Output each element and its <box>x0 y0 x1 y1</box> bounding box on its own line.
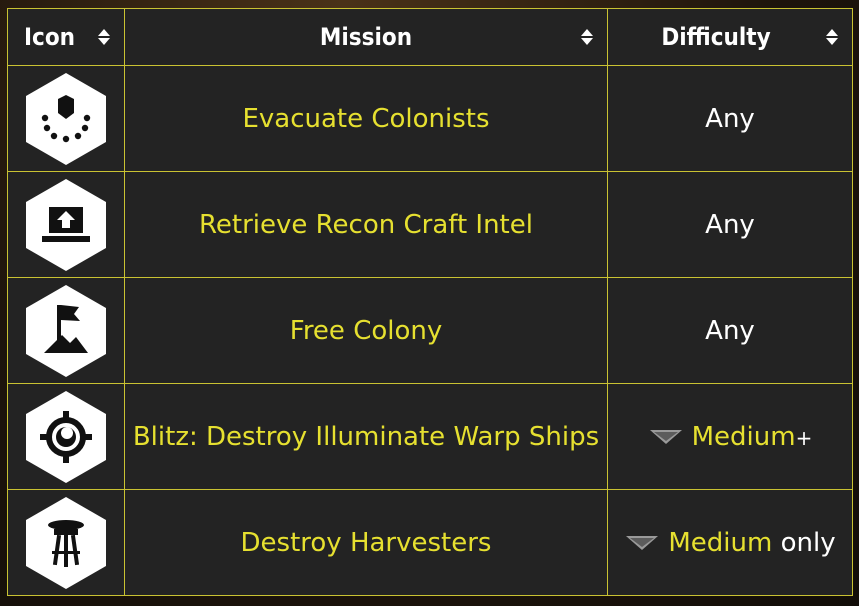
table-row: Evacuate Colonists Any <box>7 65 853 172</box>
column-header-difficulty[interactable]: Difficulty <box>607 8 853 66</box>
table-row: Retrieve Recon Craft Intel Any <box>7 171 853 278</box>
free-colony-flag-icon <box>24 283 108 379</box>
harvester-stool-icon <box>24 495 108 591</box>
page-background: Icon Mission Difficulty Evacuate Colonis… <box>0 0 859 606</box>
column-header-label: Difficulty <box>661 23 771 51</box>
icon-cell <box>7 171 125 278</box>
mission-name: Free Colony <box>124 277 608 384</box>
difficulty-level: Medium <box>668 527 773 558</box>
difficulty-suffix: + <box>795 425 813 450</box>
retrieve-intel-icon <box>24 177 108 273</box>
mission-name: Evacuate Colonists <box>124 65 608 172</box>
mission-name: Destroy Harvesters <box>124 489 608 596</box>
sort-icon[interactable] <box>581 28 593 46</box>
table-row: Destroy Harvesters Medium only <box>7 489 853 596</box>
difficulty-value: Any <box>607 171 853 278</box>
sort-icon[interactable] <box>826 28 838 46</box>
mission-name: Retrieve Recon Craft Intel <box>124 171 608 278</box>
table-row: Free Colony Any <box>7 277 853 384</box>
evacuate-colonists-icon <box>24 71 108 167</box>
column-header-label: Mission <box>319 23 413 51</box>
chevron-down-icon <box>649 430 682 444</box>
table-row: Blitz: Destroy Illuminate Warp Ships Med… <box>7 383 853 490</box>
column-header-mission[interactable]: Mission <box>124 8 608 66</box>
difficulty-level: Medium <box>691 421 796 452</box>
table-header-row: Icon Mission Difficulty <box>7 8 853 66</box>
difficulty-value: Any <box>607 65 853 172</box>
icon-cell <box>7 489 125 596</box>
chevron-down-icon <box>626 536 659 550</box>
difficulty-suffix: only <box>772 527 836 558</box>
icon-cell <box>7 277 125 384</box>
icon-cell <box>7 65 125 172</box>
difficulty-value: Any <box>607 277 853 384</box>
column-header-icon[interactable]: Icon <box>7 8 125 66</box>
icon-cell <box>7 383 125 490</box>
difficulty-value: Medium+ <box>607 383 853 490</box>
crosshair-target-icon <box>24 389 108 485</box>
sort-icon[interactable] <box>98 28 110 46</box>
mission-name: Blitz: Destroy Illuminate Warp Ships <box>124 383 608 490</box>
missions-table: Icon Mission Difficulty Evacuate Colonis… <box>7 8 853 596</box>
difficulty-value: Medium only <box>607 489 853 596</box>
